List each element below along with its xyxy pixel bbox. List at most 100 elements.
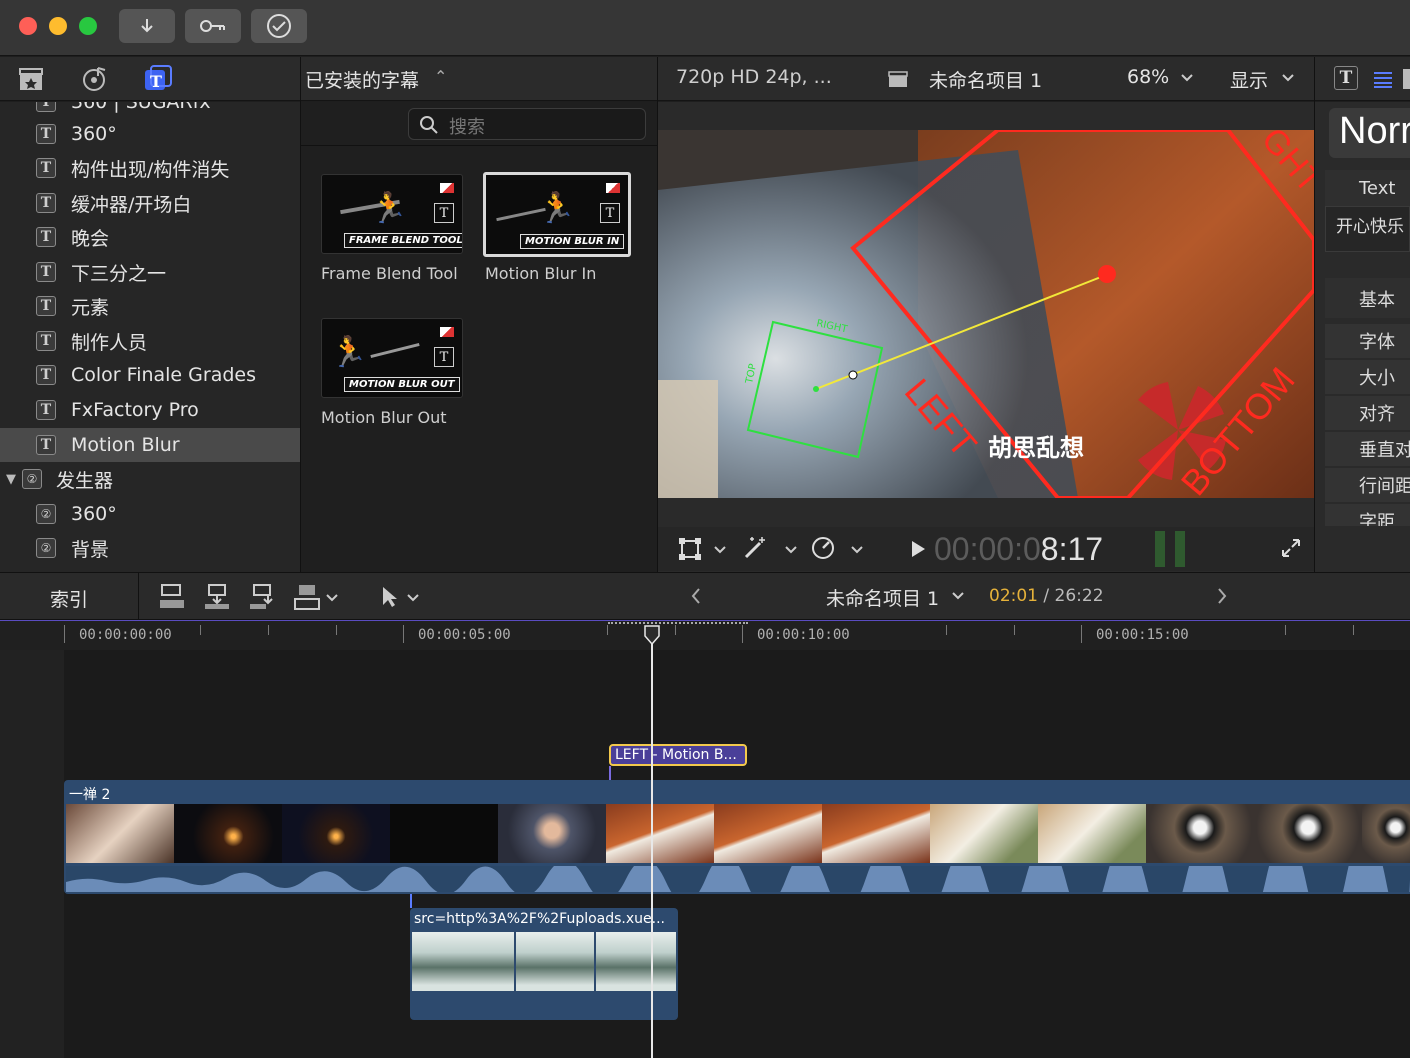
timeline-index-button[interactable]: 索引	[50, 585, 88, 612]
thumbnail-badge: MOTION BLUR IN	[520, 234, 625, 249]
viewer-canvas[interactable]: LEFT BOTTOM GHT RIGHT TOP 胡思乱想	[658, 130, 1314, 498]
title-icon: T	[36, 158, 56, 178]
title-icon: T	[36, 262, 56, 282]
ruler-tick	[200, 625, 201, 635]
chevron-down-icon[interactable]	[952, 591, 964, 601]
playhead-handle[interactable]	[643, 624, 661, 646]
inspector-row-line-spacing[interactable]: 行间距	[1325, 468, 1410, 502]
chevron-down-icon[interactable]	[785, 545, 797, 555]
chevron-down-icon[interactable]	[1282, 73, 1294, 83]
viewer-format[interactable]: 720p HD 24p, ...	[676, 66, 832, 88]
fullscreen-icon[interactable]	[1280, 537, 1302, 559]
inspector-text-heading: Text	[1325, 170, 1410, 206]
view-menu[interactable]: 显示	[1230, 66, 1268, 93]
timeline-project-name[interactable]: 未命名项目 1	[826, 584, 939, 611]
chevron-down-icon[interactable]	[851, 545, 863, 555]
chevron-updown-icon[interactable]: ⌃	[434, 67, 447, 86]
inspector-tab-edge[interactable]	[1403, 69, 1410, 89]
libraries-icon[interactable]	[17, 65, 45, 93]
photos-audio-icon[interactable]	[80, 64, 110, 94]
search-placeholder: 搜索	[449, 117, 485, 138]
connection-line	[410, 894, 412, 908]
runner-icon: 🏃	[538, 191, 576, 226]
sidebar-item-build-in-out[interactable]: T 构件出现/构件消失	[0, 151, 300, 185]
inspector-row-size[interactable]: 大小	[1325, 360, 1410, 394]
close-window-button[interactable]	[19, 17, 37, 35]
search-input[interactable]: 搜索	[408, 108, 646, 140]
range-indicator	[608, 622, 748, 624]
minimize-window-button[interactable]	[49, 17, 67, 35]
video-frame: LEFT BOTTOM GHT RIGHT TOP 胡思乱想	[658, 130, 1314, 498]
history-back-icon[interactable]	[690, 587, 702, 605]
audio-meter-left	[1155, 531, 1165, 567]
viewer-project-name[interactable]: 未命名项目 1	[929, 66, 1042, 93]
timeline-ruler[interactable]	[0, 620, 1410, 650]
disclosure-triangle-icon[interactable]: ▼	[6, 472, 16, 487]
inspector-row-vertical-alignment[interactable]: 垂直对	[1325, 432, 1410, 466]
background-tasks-button[interactable]	[251, 9, 307, 43]
sidebar-item-credits[interactable]: T 制作人员	[0, 324, 300, 358]
transform-icon[interactable]	[678, 537, 702, 561]
inspector-text-field[interactable]: 开心快乐	[1325, 206, 1410, 252]
zoom-level[interactable]: 68%	[1127, 66, 1169, 88]
history-forward-icon[interactable]	[1216, 587, 1228, 605]
inspector-row-alignment[interactable]: 对齐	[1325, 396, 1410, 430]
title-clip[interactable]: LEFT - Motion B...	[609, 744, 747, 766]
play-icon[interactable]	[910, 540, 926, 558]
title-icon: T	[36, 400, 56, 420]
sidebar-item-lower-thirds[interactable]: T 下三分之一	[0, 255, 300, 289]
inspector-row-font[interactable]: 字体	[1325, 324, 1410, 358]
select-tool-arrow-icon[interactable]	[380, 585, 400, 609]
chevron-down-icon[interactable]	[1181, 73, 1193, 83]
overwrite-clip-icon[interactable]	[293, 583, 321, 611]
viewer-timecode[interactable]: 00:00:08:17	[934, 531, 1103, 568]
audio-waveform	[66, 866, 1410, 892]
append-clip-icon[interactable]	[248, 583, 276, 611]
sidebar-group-generators[interactable]: ▼ ② 发生器	[0, 462, 300, 496]
filmstrip-frame	[1254, 804, 1362, 863]
time-total: 26:22	[1054, 586, 1104, 606]
inspector-row-tracking[interactable]: 字距	[1325, 504, 1410, 526]
timeline-header: 索引 未命名项目 1 02:01 / 26:22	[0, 572, 1410, 620]
browser-title[interactable]: 已安装的字幕	[305, 66, 419, 93]
enhance-wand-icon[interactable]	[742, 535, 768, 561]
sidebar-item-motion-blur[interactable]: T Motion Blur	[0, 428, 300, 462]
retime-speedometer-icon[interactable]	[810, 535, 836, 561]
sidebar-item-generator-360[interactable]: ② 360°	[0, 497, 300, 531]
inspector-section-basic[interactable]: 基本	[1325, 278, 1410, 318]
sidebar-item-color-finale[interactable]: T Color Finale Grades	[0, 358, 300, 392]
sidebar-item-label: 发生器	[56, 469, 114, 492]
title-bar	[0, 0, 1410, 56]
sidebar-item-label: 下三分之一	[71, 262, 167, 285]
text-inspector-icon[interactable]: T	[1334, 66, 1358, 90]
title-icon: T	[36, 435, 56, 455]
ruler-tick	[1285, 625, 1286, 635]
sidebar-item-backgrounds[interactable]: ② 背景	[0, 531, 300, 565]
chevron-down-icon[interactable]	[407, 593, 419, 603]
flag-icon	[440, 183, 454, 193]
titles-generators-icon[interactable]: T	[143, 64, 173, 94]
title-badge-icon: T	[600, 203, 620, 223]
sidebar-item-party[interactable]: T 晚会	[0, 220, 300, 254]
audio-meter-right	[1175, 531, 1185, 567]
browser-item-motion-blur-in[interactable]: 🏃 T MOTION BLUR IN	[483, 172, 631, 257]
font-preview[interactable]: Norr	[1329, 108, 1410, 158]
zoom-window-button[interactable]	[79, 17, 97, 35]
insert-clip-icon[interactable]	[203, 583, 231, 611]
import-button[interactable]	[119, 9, 175, 43]
viewer-controls: 00:00:08:17	[658, 527, 1314, 571]
browser-item-frame-blend-tool[interactable]: 🏃 T FRAME BLEND TOOL	[321, 174, 463, 254]
sidebar-item-360[interactable]: T 360°	[0, 117, 300, 151]
chevron-down-icon[interactable]	[326, 593, 338, 603]
video-subtitle: 胡思乱想	[988, 434, 1084, 462]
keywords-button[interactable]	[185, 9, 241, 43]
svg-text:T: T	[150, 72, 162, 91]
sidebar-item-elements[interactable]: T 元素	[0, 289, 300, 323]
sidebar-item-bumper-opener[interactable]: T 缓冲器/开场白	[0, 186, 300, 220]
title-inspector-icon[interactable]	[1372, 69, 1394, 89]
sidebar-item-fxfactory[interactable]: T FxFactory Pro	[0, 393, 300, 427]
connect-clip-icon[interactable]	[158, 583, 186, 611]
browser-item-motion-blur-out[interactable]: 🏃 T MOTION BLUR OUT	[321, 318, 463, 398]
chevron-down-icon[interactable]	[714, 545, 726, 555]
sidebar-item-label: Motion Blur	[71, 434, 180, 456]
